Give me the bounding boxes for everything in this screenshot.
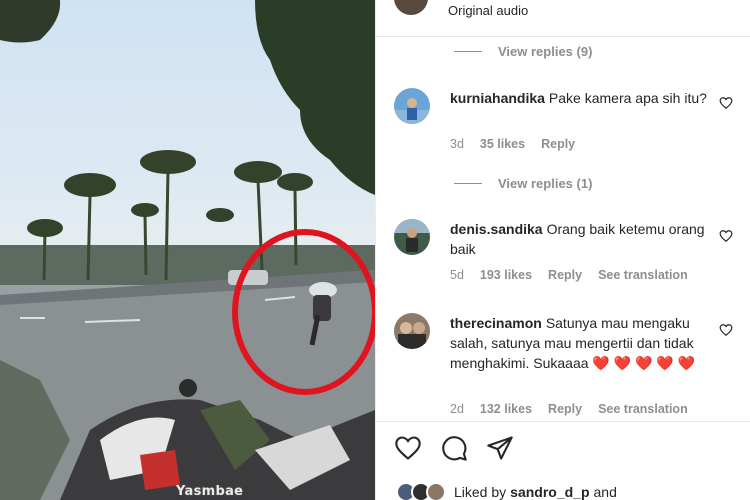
view-replies-label: View replies (1) <box>498 176 593 191</box>
comment-username[interactable]: denis.sandika <box>450 221 543 237</box>
comment-bubble-icon[interactable] <box>440 434 468 462</box>
comment-meta: 3d 35 likes Reply <box>450 137 591 151</box>
heart-icon[interactable] <box>719 96 733 110</box>
comment-username[interactable]: kurniahandika <box>450 90 545 106</box>
see-translation-button[interactable]: See translation <box>598 268 688 282</box>
liked-by-prefix: Liked by <box>454 484 507 500</box>
commenter-avatar[interactable] <box>394 88 430 124</box>
comment-likes[interactable]: 193 likes <box>480 268 532 282</box>
reply-button[interactable]: Reply <box>548 268 582 282</box>
view-replies-button[interactable]: View replies (9) <box>454 44 592 59</box>
view-replies-label: View replies (9) <box>498 44 593 59</box>
comment-meta: 2d 132 likes Reply See translation <box>450 402 704 416</box>
commenter-avatar[interactable] <box>394 219 430 255</box>
liked-by-row: Liked by sandro_d_p and <box>396 482 617 500</box>
reply-button[interactable]: Reply <box>548 402 582 416</box>
comment-body: denis.sandika Orang baik ketemu orang bai… <box>450 219 712 259</box>
comment-time[interactable]: 5d <box>450 268 464 282</box>
heart-icon[interactable] <box>719 323 733 337</box>
view-replies-button[interactable]: View replies (1) <box>454 176 592 191</box>
original-audio-link[interactable]: Original audio <box>448 3 528 18</box>
avatar-image <box>394 313 430 349</box>
heart-emojis: ❤️ ❤️ ❤️ ❤️ ❤️ <box>592 355 696 371</box>
liker-avatar <box>426 482 446 500</box>
liked-by-suffix: and <box>593 484 617 500</box>
like-heart-icon[interactable] <box>394 434 422 462</box>
liked-by-username[interactable]: sandro_d_p <box>510 484 589 500</box>
comments-panel: Original audio View replies (9) kurniaha… <box>375 0 750 500</box>
avatar-image <box>394 219 430 255</box>
comment-body: kurniahandika Pake kamera apa sih itu? <box>450 88 712 108</box>
comment-text: Pake kamera apa sih itu? <box>548 90 707 106</box>
comment-time[interactable]: 3d <box>450 137 464 151</box>
see-translation-button[interactable]: See translation <box>598 402 688 416</box>
reply-line <box>454 183 482 184</box>
header-divider <box>376 36 750 37</box>
video-frame <box>0 0 375 500</box>
reply-line <box>454 51 482 52</box>
reply-button[interactable]: Reply <box>541 137 575 151</box>
post-actions <box>394 434 514 462</box>
post-header: Original audio <box>394 0 528 18</box>
comment-time[interactable]: 2d <box>450 402 464 416</box>
commenter-avatar[interactable] <box>394 313 430 349</box>
author-avatar[interactable] <box>394 0 428 15</box>
avatar-image <box>394 88 430 124</box>
comment-body: therecinamon Satunya mau mengaku salah, s… <box>450 313 712 373</box>
share-plane-icon[interactable] <box>486 434 514 462</box>
video-player[interactable]: Yasmbae <box>0 0 375 500</box>
comment-likes[interactable]: 132 likes <box>480 402 532 416</box>
comment-username[interactable]: therecinamon <box>450 315 542 331</box>
comment-likes[interactable]: 35 likes <box>480 137 525 151</box>
video-watermark: Yasmbae <box>176 484 244 499</box>
footer-divider <box>376 421 750 422</box>
liked-by-avatars[interactable] <box>396 482 446 500</box>
heart-icon[interactable] <box>719 229 733 243</box>
comment-meta: 5d 193 likes Reply See translation <box>450 268 704 282</box>
